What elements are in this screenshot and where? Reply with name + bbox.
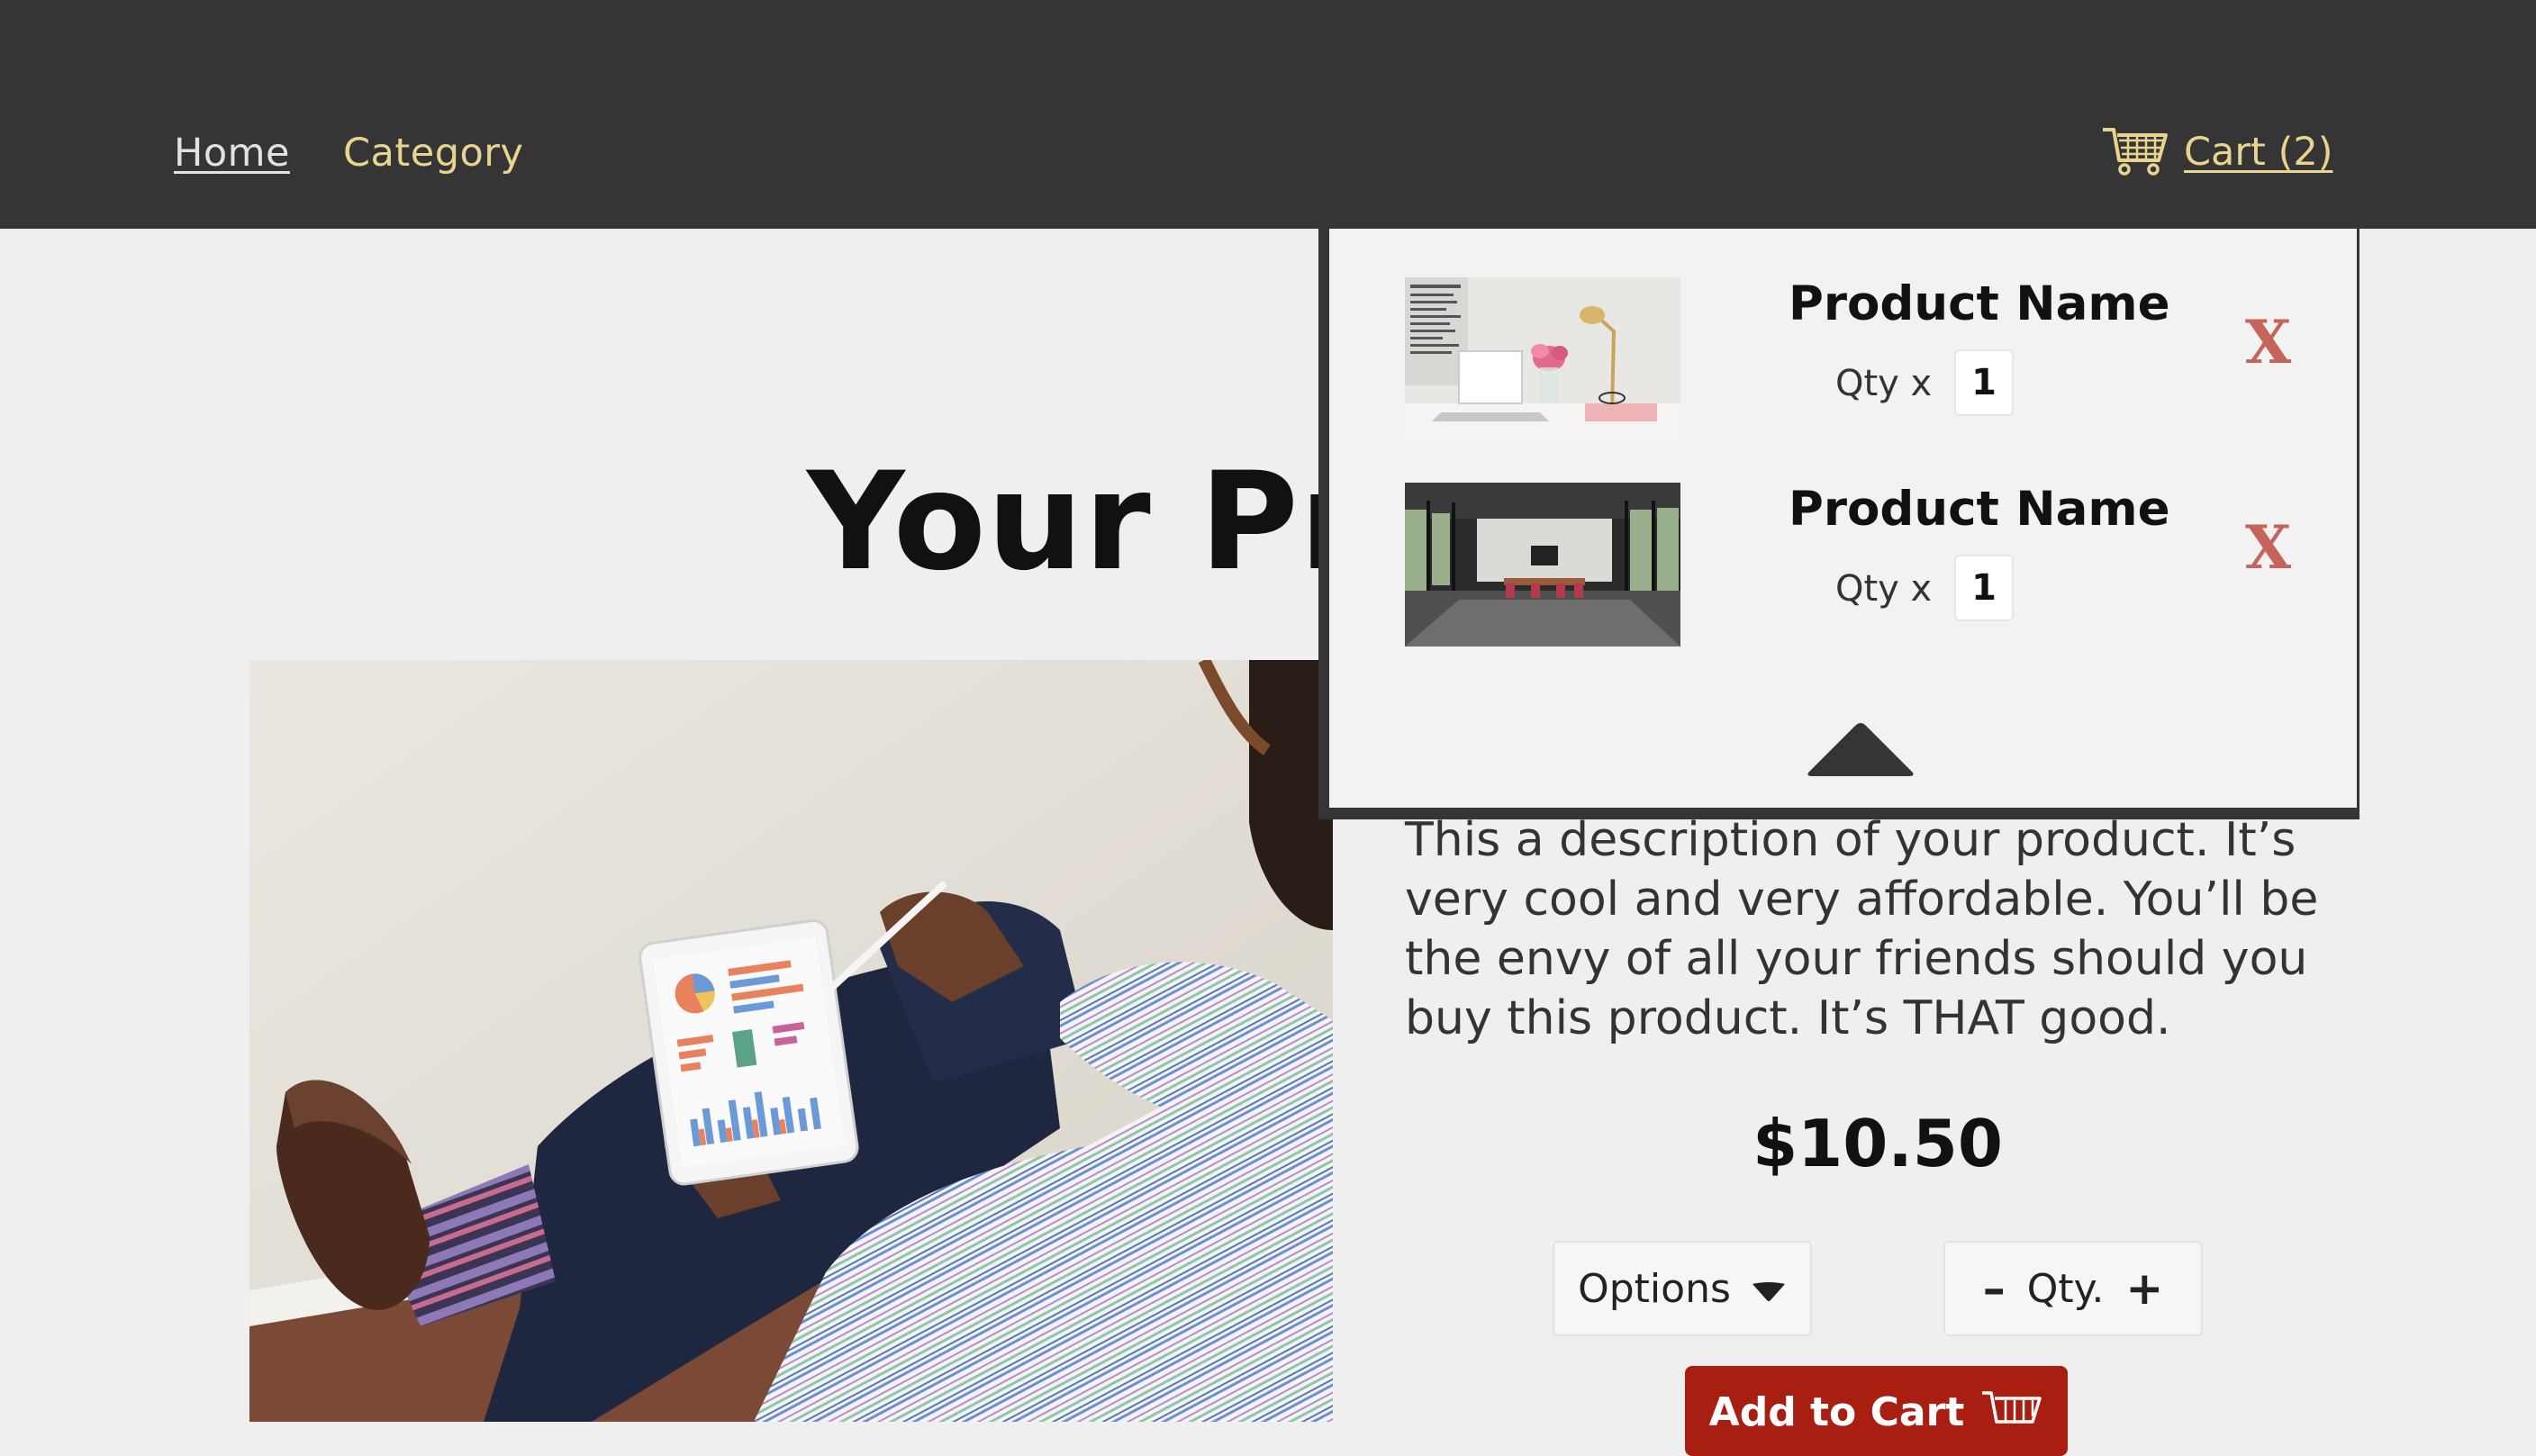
cart-item: Product Name Qty x 1 X [1329, 276, 2357, 441]
options-dropdown[interactable]: Options [1553, 1241, 1812, 1336]
cart-item-thumbnail [1405, 277, 1680, 441]
cart-item-qty-field[interactable]: 1 [1954, 349, 2014, 416]
cart-label: Cart (2) [2184, 130, 2333, 175]
cart-item: Product Name Qty x 1 X [1329, 482, 2357, 647]
product-price: $10.50 [1753, 1106, 2003, 1181]
qty-increment-button[interactable]: + [2125, 1266, 2163, 1311]
add-to-cart-label: Add to Cart [1708, 1389, 1965, 1435]
cart-item-qty-field[interactable]: 1 [1954, 555, 2014, 621]
cart-item-qty-label: Qty x [1835, 363, 1933, 404]
top-nav-bar: Home Category Cart (2) [0, 0, 2536, 229]
cart-item-name: Product Name [1789, 276, 2170, 331]
cart-item-thumbnail [1405, 483, 1680, 647]
qty-label: Qty. [2026, 1265, 2105, 1312]
add-to-cart-button[interactable]: Add to Cart [1685, 1366, 2068, 1456]
cart-item-remove-button[interactable]: X [2245, 306, 2291, 378]
caret-up-icon[interactable] [1803, 720, 1918, 778]
caret-down-icon [1751, 1266, 1787, 1312]
cart-item-name: Product Name [1789, 482, 2170, 537]
quantity-stepper[interactable]: – Qty. + [1943, 1241, 2203, 1336]
shopping-cart-icon [2101, 124, 2171, 180]
options-label: Options [1578, 1265, 1731, 1312]
product-description: This a description of your product. It’s… [1405, 813, 2319, 1045]
shopping-cart-icon [1980, 1389, 2043, 1446]
qty-decrement-button[interactable]: – [1983, 1266, 2006, 1311]
cart-dropdown-panel: Product Name Qty x 1 X Product Name Qty … [1318, 229, 2359, 819]
cart-item-qty-label: Qty x [1835, 568, 1933, 610]
product-hero-image [249, 660, 1333, 1422]
nav-category-link[interactable]: Category [343, 126, 523, 180]
nav-home-link[interactable]: Home [174, 126, 290, 180]
cart-link[interactable]: Cart (2) [2101, 121, 2333, 184]
cart-item-remove-button[interactable]: X [2245, 511, 2291, 583]
